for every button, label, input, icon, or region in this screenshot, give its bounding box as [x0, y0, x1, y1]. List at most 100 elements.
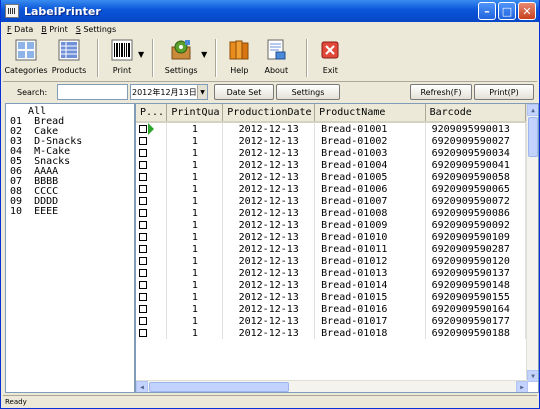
select-cell[interactable]	[136, 195, 168, 207]
maximize-button[interactable]: □	[498, 2, 516, 20]
categories-button[interactable]: Categories	[3, 36, 49, 75]
select-cell[interactable]	[136, 231, 168, 243]
product-grid[interactable]: P... PrintQua ProductionDate ProductName Bar…	[135, 103, 539, 393]
scroll-up-icon[interactable]: ▲	[527, 104, 538, 116]
select-cell[interactable]	[136, 207, 168, 219]
row-checkbox[interactable]	[139, 268, 147, 277]
select-cell[interactable]	[136, 315, 168, 327]
row-checkbox[interactable]	[139, 196, 147, 205]
date-picker[interactable]: 2012年12月13日 ▼	[130, 84, 208, 100]
table-cell: 1	[166, 122, 224, 135]
table-row[interactable]: 1 2012-12-13 Bread-01017 6920909590177	[136, 315, 538, 327]
column-header[interactable]: P...	[136, 104, 168, 123]
row-checkbox[interactable]	[139, 220, 147, 229]
exit-close-icon	[319, 39, 341, 61]
row-checkbox[interactable]	[139, 316, 147, 325]
table-row[interactable]: 1 2012-12-13 Bread-01007 6920909590072	[136, 195, 538, 207]
scroll-down-icon[interactable]: ▼	[527, 370, 538, 382]
select-cell[interactable]	[136, 219, 168, 231]
column-header[interactable]: Barcode	[425, 104, 527, 123]
select-cell[interactable]	[136, 243, 168, 255]
vertical-scrollbar[interactable]: ▲ ▼	[526, 104, 538, 382]
title-bar[interactable]: LabelPrinter – □ ✕	[1, 0, 539, 22]
menu-settings[interactable]: S Settings	[76, 25, 116, 34]
category-item[interactable]: 10 EEEE	[10, 207, 130, 217]
table-row[interactable]: 1 2012-12-13 Bread-01012 6920909590120	[136, 255, 538, 267]
row-checkbox[interactable]	[139, 172, 147, 181]
table-row[interactable]: 1 2012-12-13 Bread-01001 9209095990013	[136, 122, 538, 135]
menu-data[interactable]: F Data	[7, 25, 33, 34]
search-input[interactable]	[57, 84, 128, 100]
table-row[interactable]: 1 2012-12-13 Bread-01003 6920909590034	[136, 147, 538, 159]
select-cell[interactable]	[136, 255, 168, 267]
close-button[interactable]: ✕	[518, 2, 536, 20]
row-checkbox[interactable]	[139, 125, 147, 133]
table-row[interactable]: 1 2012-12-13 Bread-01005 6920909590058	[136, 171, 538, 183]
table-row[interactable]: 1 2012-12-13 Bread-01004 6920909590041	[136, 159, 538, 171]
row-checkbox[interactable]	[139, 148, 147, 157]
print-button-small[interactable]: Print(P)	[474, 84, 534, 100]
chevron-down-icon[interactable]: ▼	[197, 85, 207, 99]
settings-dropdown-icon[interactable]: ▼	[201, 36, 207, 59]
table-row[interactable]: 1 2012-12-13 Bread-01010 6920909590109	[136, 231, 538, 243]
row-checkbox[interactable]	[139, 328, 147, 337]
select-cell[interactable]	[136, 122, 168, 135]
select-cell[interactable]	[136, 291, 168, 303]
table-row[interactable]: 1 2012-12-13 Bread-01014 6920909590148	[136, 279, 538, 291]
table-row[interactable]: 1 2012-12-13 Bread-01008 6920909590086	[136, 207, 538, 219]
products-button[interactable]: Products	[49, 36, 89, 75]
refresh-button[interactable]: Refresh(F)	[410, 84, 472, 100]
row-checkbox[interactable]	[139, 232, 147, 241]
select-cell[interactable]	[136, 159, 168, 171]
select-cell[interactable]	[136, 279, 168, 291]
print-dropdown-icon[interactable]: ▼	[138, 36, 144, 59]
about-button[interactable]: About	[254, 36, 298, 75]
select-cell[interactable]	[136, 183, 168, 195]
select-cell[interactable]	[136, 135, 168, 147]
scroll-right-icon[interactable]: ▶	[516, 381, 528, 392]
row-checkbox[interactable]	[139, 136, 147, 145]
row-checkbox[interactable]	[139, 160, 147, 169]
row-checkbox[interactable]	[139, 244, 147, 253]
horizontal-scroll-thumb[interactable]	[149, 382, 289, 392]
row-checkbox[interactable]	[139, 184, 147, 193]
table-row[interactable]: 1 2012-12-13 Bread-01013 6920909590137	[136, 267, 538, 279]
print-button[interactable]: Print	[106, 36, 138, 75]
table-row[interactable]: 1 2012-12-13 Bread-01015 6920909590155	[136, 291, 538, 303]
scroll-left-icon[interactable]: ◀	[136, 381, 148, 392]
table-row[interactable]: 1 2012-12-13 Bread-01016 6920909590164	[136, 303, 538, 315]
table-row[interactable]: 1 2012-12-13 Bread-01009 6920909590092	[136, 219, 538, 231]
category-list[interactable]: All 01 Bread 02 Cake 03 D-Snacks 04 M-Cake 05…	[5, 103, 135, 393]
column-header[interactable]: ProductName	[314, 104, 426, 123]
table-row[interactable]: 1 2012-12-13 Bread-01011 6920909590287	[136, 243, 538, 255]
exit-button[interactable]: Exit	[315, 36, 345, 75]
column-header[interactable]: PrintQua	[166, 104, 224, 123]
table-cell: 6920909590120	[425, 255, 527, 267]
help-button[interactable]: Help	[224, 36, 254, 75]
column-header[interactable]: ProductionDate	[222, 104, 316, 123]
table-row[interactable]: 1 2012-12-13 Bread-01006 6920909590065	[136, 183, 538, 195]
table-cell: 2012-12-13	[222, 327, 316, 339]
date-set-button[interactable]: Date Set	[214, 84, 274, 100]
row-checkbox[interactable]	[139, 292, 147, 301]
toolbar-separator	[97, 39, 98, 77]
row-checkbox[interactable]	[139, 304, 147, 313]
select-cell[interactable]	[136, 303, 168, 315]
row-checkbox[interactable]	[139, 280, 147, 289]
window-title: LabelPrinter	[24, 4, 101, 18]
menu-print[interactable]: B Print	[41, 25, 67, 34]
row-checkbox[interactable]	[139, 256, 147, 265]
minimize-button[interactable]: –	[478, 2, 496, 20]
table-row[interactable]: 1 2012-12-13 Bread-01002 6920909590027	[136, 135, 538, 147]
settings-button-small[interactable]: Settings	[276, 84, 340, 100]
settings-button[interactable]: Settings	[161, 36, 201, 75]
table-row[interactable]: 1 2012-12-13 Bread-01018 6920909590188	[136, 327, 538, 339]
vertical-scroll-thumb[interactable]	[528, 117, 538, 157]
select-cell[interactable]	[136, 267, 168, 279]
row-checkbox[interactable]	[139, 208, 147, 217]
horizontal-scrollbar[interactable]: ◀ ▶	[136, 380, 528, 392]
select-cell[interactable]	[136, 147, 168, 159]
select-cell[interactable]	[136, 171, 168, 183]
table-cell: 1	[166, 291, 224, 303]
select-cell[interactable]	[136, 327, 168, 339]
